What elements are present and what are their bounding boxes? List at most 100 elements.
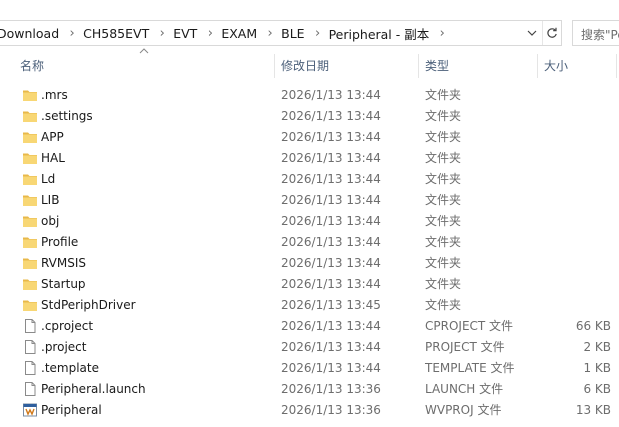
breadcrumb-item[interactable]: Peripheral - 副本 (329, 24, 432, 43)
chevron-right-icon[interactable]: › (61, 26, 83, 41)
file-type: 文件夹 (425, 130, 462, 144)
file-name: APP (41, 130, 64, 144)
file-row[interactable]: .cproject 2026/1/13 13:44 CPROJECT 文件 66 KB (0, 316, 619, 337)
chevron-right-icon[interactable]: › (431, 26, 453, 41)
file-date: 2026/1/13 13:44 (281, 193, 381, 207)
column-header-date[interactable]: 修改日期 (281, 54, 329, 78)
file-date: 2026/1/13 13:44 (281, 151, 381, 165)
breadcrumb-item[interactable]: EXAM (221, 26, 259, 41)
file-row[interactable]: Ld 2026/1/13 13:44 文件夹 (0, 169, 619, 190)
breadcrumb-item[interactable]: CH585EVT (83, 26, 151, 41)
file-row[interactable]: obj 2026/1/13 13:44 文件夹 (0, 211, 619, 232)
file-row[interactable]: .template 2026/1/13 13:44 TEMPLATE 文件 1 KB (0, 358, 619, 379)
file-name: HAL (41, 151, 65, 165)
chevron-right-icon[interactable]: › (259, 26, 281, 41)
file-date: 2026/1/13 13:44 (281, 361, 381, 375)
folder-icon (22, 234, 38, 250)
file-type: 文件夹 (425, 298, 462, 312)
file-row[interactable]: StdPeriphDriver 2026/1/13 13:45 文件夹 (0, 295, 619, 316)
file-row[interactable]: HAL 2026/1/13 13:44 文件夹 (0, 148, 619, 169)
file-type: 文件夹 (425, 151, 462, 165)
file-type: 文件夹 (425, 256, 462, 270)
file-type: 文件夹 (425, 193, 462, 207)
file-name: RVMSIS (41, 256, 87, 270)
file-date: 2026/1/13 13:44 (281, 172, 381, 186)
file-name: Peripheral.launch (41, 382, 146, 396)
file-type: LAUNCH 文件 (425, 382, 504, 396)
folder-icon (22, 192, 38, 208)
file-date: 2026/1/13 13:45 (281, 298, 381, 312)
file-type: 文件夹 (425, 172, 462, 186)
file-name: Ld (41, 172, 56, 186)
folder-icon (22, 276, 38, 292)
wvproj-icon (22, 402, 38, 418)
file-name: .cproject (41, 319, 94, 333)
chevron-down-icon (527, 30, 537, 36)
file-size: 13 KB (575, 403, 611, 417)
folder-icon (22, 108, 38, 124)
file-name: Startup (41, 277, 86, 291)
file-type: WVPROJ 文件 (425, 403, 502, 417)
file-row[interactable]: Peripheral 2026/1/13 13:36 WVPROJ 文件 13 KB (0, 400, 619, 421)
file-row[interactable]: APP 2026/1/13 13:44 文件夹 (0, 127, 619, 148)
column-headers: 名称 修改日期 类型 大小 (0, 48, 619, 78)
file-row[interactable]: .settings 2026/1/13 13:44 文件夹 (0, 106, 619, 127)
file-name: .mrs (41, 88, 68, 102)
file-date: 2026/1/13 13:36 (281, 382, 381, 396)
column-header-size[interactable]: 大小 (544, 54, 568, 78)
refresh-icon (547, 27, 557, 38)
chevron-right-icon[interactable]: › (199, 26, 221, 41)
file-type: PROJECT 文件 (425, 340, 505, 354)
breadcrumb-item[interactable]: Download (0, 26, 61, 41)
file-icon (22, 318, 38, 334)
file-date: 2026/1/13 13:36 (281, 403, 381, 417)
column-header-type[interactable]: 类型 (425, 54, 449, 78)
file-row[interactable]: Peripheral.launch 2026/1/13 13:36 LAUNCH 文… (0, 379, 619, 400)
search-placeholder: 搜索"Pe (581, 28, 619, 42)
file-icon (22, 360, 38, 376)
file-row[interactable]: Profile 2026/1/13 13:44 文件夹 (0, 232, 619, 253)
file-size: 6 KB (583, 382, 611, 396)
chevron-right-icon[interactable]: › (307, 26, 329, 41)
file-type: CPROJECT 文件 (425, 319, 514, 333)
column-header-name[interactable]: 名称 (20, 54, 44, 78)
column-divider[interactable] (616, 54, 617, 78)
file-name: Peripheral (41, 403, 102, 417)
column-divider[interactable] (418, 54, 419, 78)
folder-icon (22, 213, 38, 229)
file-type: TEMPLATE 文件 (425, 361, 515, 375)
file-list: .mrs 2026/1/13 13:44 文件夹 .settings 2026/1/13… (0, 85, 619, 421)
file-name: .template (41, 361, 99, 375)
file-type: 文件夹 (425, 277, 462, 291)
file-row[interactable]: .project 2026/1/13 13:44 PROJECT 文件 2 KB (0, 337, 619, 358)
breadcrumb: Download › CH585EVT › EVT › EXAM › BLE › Periphera… (0, 21, 453, 45)
breadcrumb-item[interactable]: BLE (281, 26, 306, 41)
column-divider[interactable] (537, 54, 538, 78)
file-icon (22, 339, 38, 355)
file-type: 文件夹 (425, 214, 462, 228)
search-field[interactable]: 搜索"Pe (572, 20, 619, 46)
folder-icon (22, 87, 38, 103)
file-row[interactable]: Startup 2026/1/13 13:44 文件夹 (0, 274, 619, 295)
file-date: 2026/1/13 13:44 (281, 319, 381, 333)
file-date: 2026/1/13 13:44 (281, 256, 381, 270)
file-date: 2026/1/13 13:44 (281, 109, 381, 123)
file-row[interactable]: .mrs 2026/1/13 13:44 文件夹 (0, 85, 619, 106)
file-date: 2026/1/13 13:44 (281, 277, 381, 291)
address-bar: Download › CH585EVT › EVT › EXAM › BLE › Periphera… (0, 20, 619, 46)
file-row[interactable]: RVMSIS 2026/1/13 13:44 文件夹 (0, 253, 619, 274)
column-divider[interactable] (274, 54, 275, 78)
file-date: 2026/1/13 13:44 (281, 214, 381, 228)
file-row[interactable]: LIB 2026/1/13 13:44 文件夹 (0, 190, 619, 211)
folder-icon (22, 150, 38, 166)
folder-icon (22, 171, 38, 187)
file-icon (22, 381, 38, 397)
file-name: StdPeriphDriver (41, 298, 136, 312)
file-size: 1 KB (583, 361, 611, 375)
breadcrumb-item[interactable]: EVT (173, 26, 199, 41)
address-history-dropdown[interactable] (522, 21, 542, 45)
file-date: 2026/1/13 13:44 (281, 235, 381, 249)
chevron-right-icon[interactable]: › (151, 26, 173, 41)
address-field[interactable]: Download › CH585EVT › EVT › EXAM › BLE › Periphera… (0, 20, 562, 46)
refresh-button[interactable] (542, 21, 561, 45)
